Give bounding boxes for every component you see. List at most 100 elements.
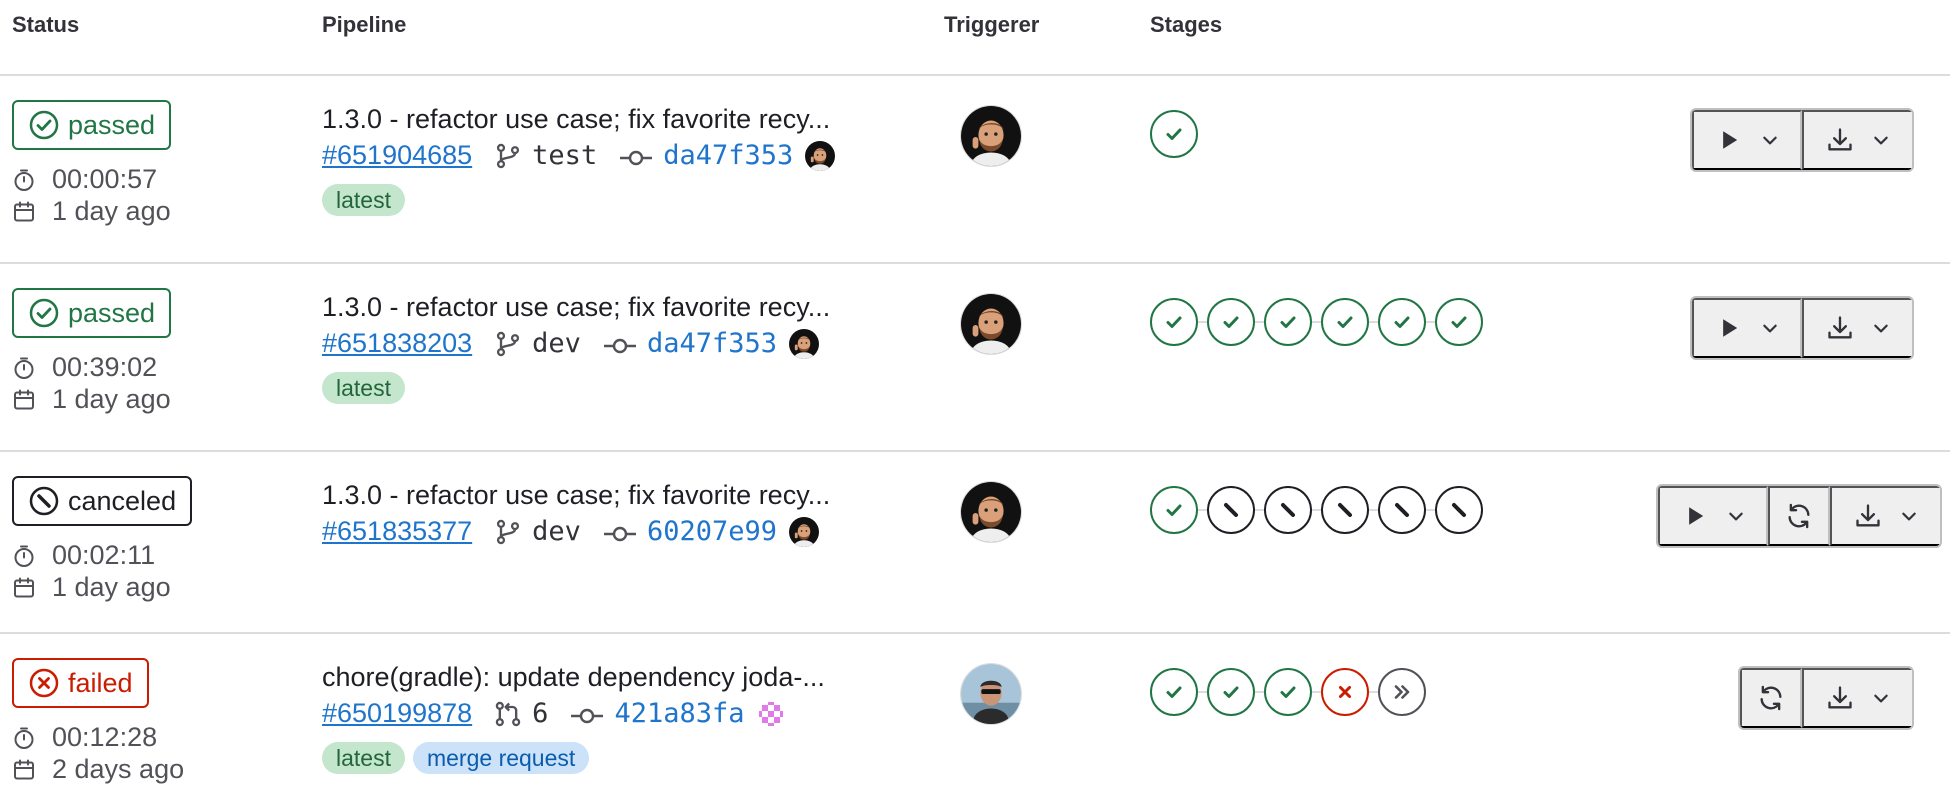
chevron-down-icon	[1874, 324, 1888, 333]
stage-success-button[interactable]	[1150, 668, 1198, 716]
commit-sha-link[interactable]: da47f353	[663, 140, 793, 171]
ref-name[interactable]: 6	[532, 698, 548, 729]
stage-connector	[1426, 321, 1435, 323]
stage-success-button[interactable]	[1264, 298, 1312, 346]
stage-success-button[interactable]	[1150, 298, 1198, 346]
commit-author-avatar[interactable]	[805, 140, 836, 171]
triggerer-avatar[interactable]	[960, 663, 1022, 725]
pipeline-tags: latest	[322, 372, 405, 404]
status-badge[interactable]: canceled	[12, 476, 193, 526]
duration-value: 00:00:57	[52, 164, 158, 194]
timer-icon	[14, 727, 34, 749]
finished-at: 1 day ago	[12, 572, 171, 603]
status-passed-icon	[29, 298, 59, 328]
pipeline-id-link[interactable]: #651835377	[322, 516, 472, 547]
duration-value: 00:12:28	[52, 722, 158, 752]
stage-canceled-button[interactable]	[1321, 486, 1369, 534]
commit-author-avatar[interactable]	[789, 516, 819, 547]
check-icon	[1280, 686, 1296, 698]
timer-icon	[14, 357, 34, 379]
commit-author-avatar[interactable]	[789, 328, 819, 359]
pipeline-tags: latest	[322, 184, 405, 216]
pipeline-id-link[interactable]: #650199878	[322, 698, 472, 729]
stages-mini-graph	[1150, 668, 1426, 716]
check-icon	[1223, 316, 1239, 328]
finished-at: 1 day ago	[12, 384, 171, 415]
commit-sha-link[interactable]: 421a83fa	[614, 698, 744, 729]
download-artifacts-dropdown[interactable]	[1802, 110, 1912, 170]
chevron-down-icon	[1874, 136, 1888, 145]
stage-success-button[interactable]	[1378, 298, 1426, 346]
pipeline-actions	[1690, 296, 1914, 360]
status-failed-icon	[29, 668, 59, 698]
commit-sha-link[interactable]: 60207e99	[647, 516, 777, 547]
pipeline-info: #650199878 6 421a83fa	[322, 698, 787, 729]
commit-icon	[603, 521, 637, 543]
download-icon	[1828, 128, 1852, 151]
ref-name[interactable]: dev	[532, 328, 581, 359]
chevron-down-icon	[1729, 512, 1743, 521]
stage-connector	[1255, 509, 1264, 511]
pipeline-id-link[interactable]: #651904685	[322, 140, 472, 171]
commit-icon	[570, 703, 604, 725]
stage-success-button[interactable]	[1207, 668, 1255, 716]
tag-latest: latest	[322, 184, 405, 216]
pipeline-title[interactable]: 1.3.0 - refactor use case; fix favorite …	[322, 104, 830, 135]
pipeline-actions	[1690, 108, 1914, 172]
commit-sha-link[interactable]: da47f353	[647, 328, 777, 359]
column-pipeline: Pipeline	[322, 12, 407, 37]
stage-canceled-button[interactable]	[1264, 486, 1312, 534]
branch-icon	[494, 142, 522, 170]
ref-name[interactable]: test	[532, 140, 597, 171]
pipeline-title[interactable]: chore(gradle): update dependency joda-..…	[322, 662, 825, 693]
stage-success-button[interactable]	[1150, 110, 1198, 158]
stage-connector	[1369, 691, 1378, 693]
retry-button[interactable]	[1740, 668, 1802, 728]
stage-success-button[interactable]	[1264, 668, 1312, 716]
finished-value: 2 days ago	[52, 754, 185, 784]
stage-success-button[interactable]	[1321, 298, 1369, 346]
finished-value: 1 day ago	[52, 196, 171, 226]
pipeline-title[interactable]: 1.3.0 - refactor use case; fix favorite …	[322, 480, 830, 511]
stage-success-button[interactable]	[1435, 298, 1483, 346]
run-manual-job-dropdown[interactable]	[1692, 110, 1802, 170]
run-manual-job-dropdown[interactable]	[1692, 298, 1802, 358]
stage-canceled-button[interactable]	[1435, 486, 1483, 534]
commit-author-avatar[interactable]	[756, 698, 787, 729]
triggerer-avatar[interactable]	[960, 293, 1022, 355]
pipelines-table: Status Pipeline Triggerer Stages passed 0…	[0, 0, 1950, 796]
branch-icon	[494, 518, 522, 546]
merge-request-icon	[494, 700, 522, 728]
pipeline-info: #651835377 dev 60207e99	[322, 516, 819, 547]
stage-skipped-button[interactable]	[1378, 668, 1426, 716]
stage-success-button[interactable]	[1207, 298, 1255, 346]
download-artifacts-dropdown[interactable]	[1830, 486, 1940, 546]
calendar-icon	[14, 389, 34, 409]
triggerer-avatar[interactable]	[960, 481, 1022, 543]
status-badge[interactable]: passed	[12, 288, 172, 338]
retry-button[interactable]	[1768, 486, 1830, 546]
stage-success-button[interactable]	[1150, 486, 1198, 534]
duration: 00:02:11	[12, 540, 155, 571]
stage-connector	[1369, 321, 1378, 323]
stage-failed-button[interactable]	[1321, 668, 1369, 716]
pipeline-title[interactable]: 1.3.0 - refactor use case; fix favorite …	[322, 292, 830, 323]
run-manual-job-dropdown[interactable]	[1658, 486, 1768, 546]
ref-name[interactable]: dev	[532, 516, 581, 547]
download-artifacts-dropdown[interactable]	[1802, 298, 1912, 358]
pipeline-id-link[interactable]: #651838203	[322, 328, 472, 359]
table-row: canceled 00:02:11 1 day ago 1.3.0 - refacto…	[0, 452, 1950, 634]
play-icon	[1689, 507, 1704, 525]
stage-canceled-button[interactable]	[1207, 486, 1255, 534]
download-artifacts-dropdown[interactable]	[1802, 668, 1912, 728]
status-badge[interactable]: passed	[12, 100, 172, 150]
download-icon	[1828, 686, 1852, 709]
stage-canceled-button[interactable]	[1378, 486, 1426, 534]
pipeline-actions	[1738, 666, 1914, 730]
cancel-icon	[1395, 503, 1409, 517]
stage-connector	[1198, 509, 1207, 511]
triggerer-avatar[interactable]	[960, 105, 1022, 167]
tag-merge-request: merge request	[412, 742, 590, 774]
status-badge[interactable]: failed	[12, 658, 149, 708]
column-stages: Stages	[1150, 12, 1223, 37]
